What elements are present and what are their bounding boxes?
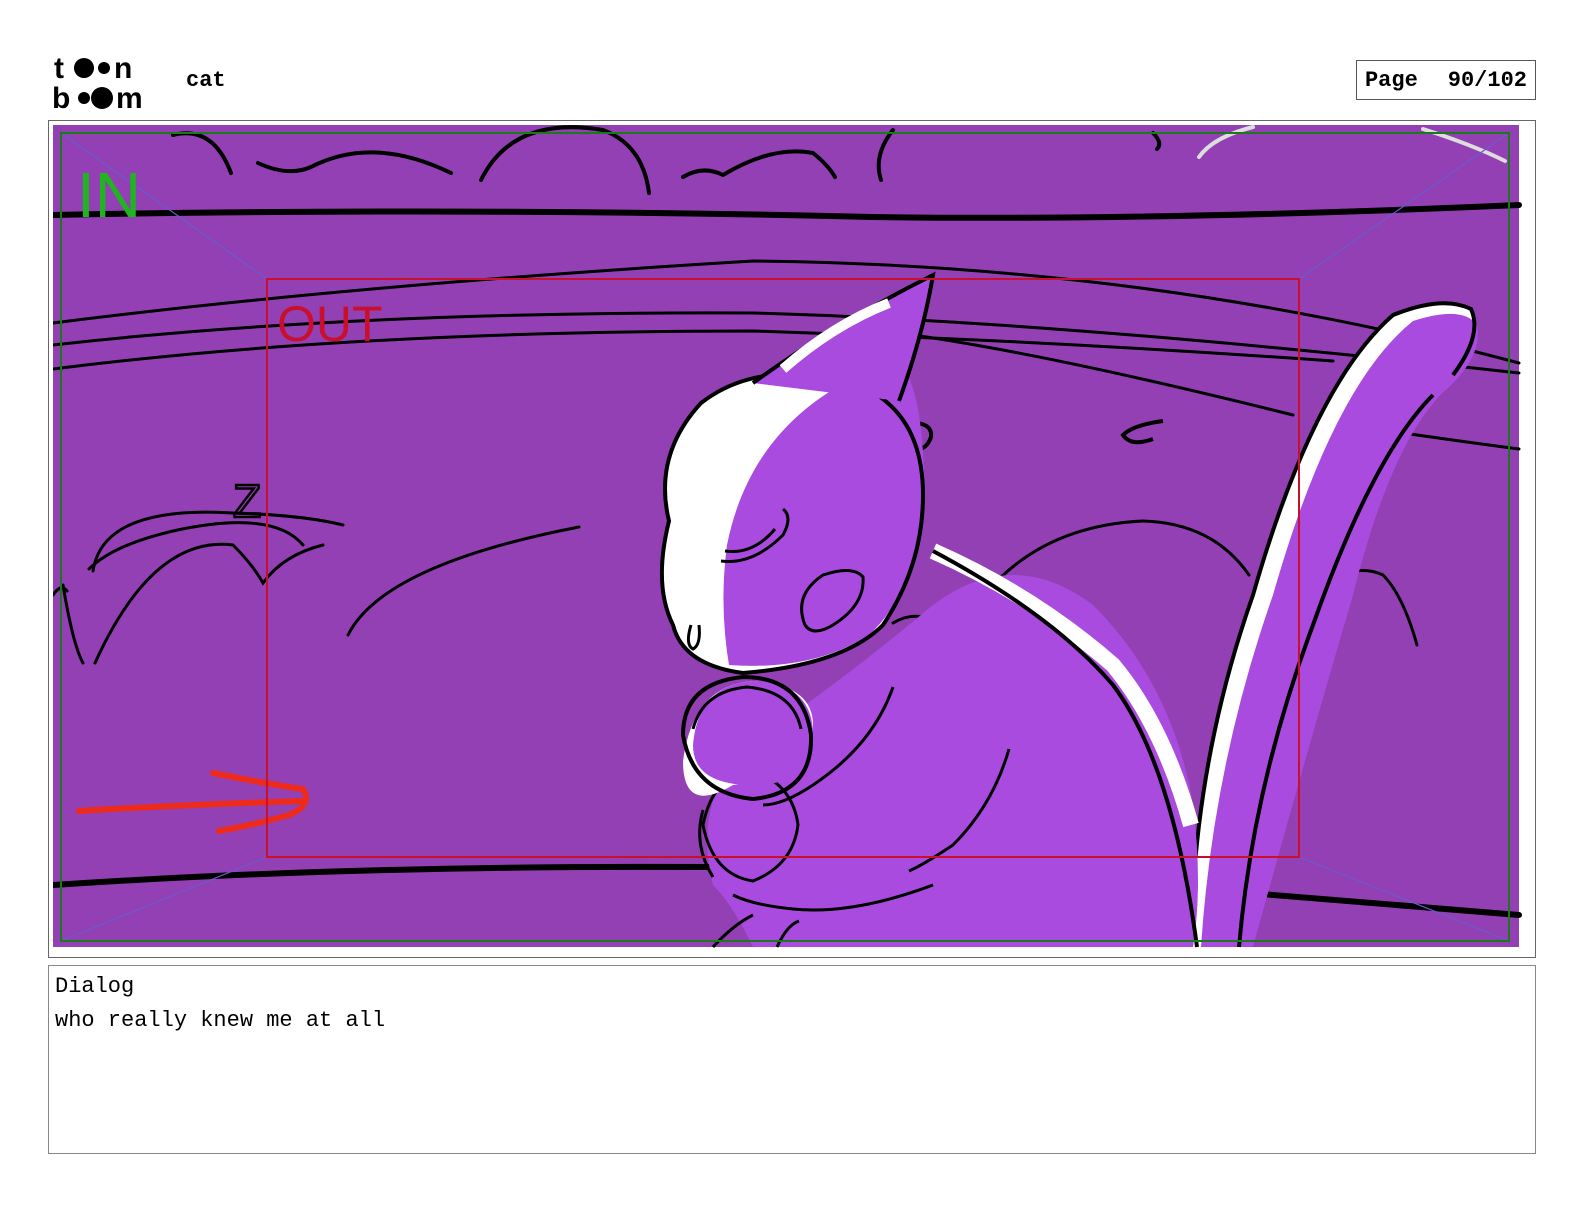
page-indicator: Page 90/102 — [1355, 60, 1536, 100]
svg-text:t: t — [54, 52, 64, 85]
z-label: Z — [233, 475, 261, 527]
out-label: OUT — [277, 296, 383, 352]
dialog-label: Dialog — [55, 974, 135, 999]
background-white-strip — [1519, 125, 1531, 953]
svg-text:b: b — [52, 82, 70, 112]
project-title: cat — [186, 68, 226, 93]
svg-text:n: n — [114, 52, 132, 85]
storyboard-panel[interactable]: Z IN OUT — [48, 120, 1536, 958]
toonboom-logo: t n b m — [52, 52, 143, 112]
panel-artwork: Z IN OUT — [53, 125, 1531, 953]
page-label: Page — [1364, 67, 1418, 93]
page-header: t n b m cat Page 90/102 — [48, 50, 1536, 114]
in-label: IN — [77, 159, 141, 231]
dialog-box[interactable]: Dialog who really knew me at all — [48, 965, 1536, 1154]
dialog-text[interactable]: who really knew me at all — [55, 1008, 385, 1033]
svg-text:m: m — [116, 82, 143, 112]
page-counter: 90/102 — [1447, 67, 1527, 93]
